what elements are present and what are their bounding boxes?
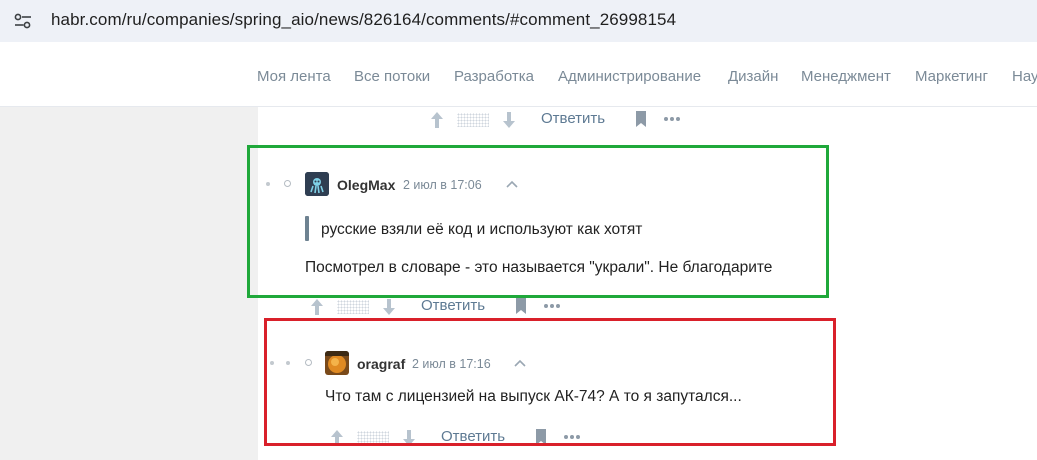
site-settings-icon[interactable] bbox=[13, 11, 33, 31]
comment-actions: Ответить bbox=[310, 297, 570, 319]
upvote-arrow-icon[interactable] bbox=[430, 110, 444, 130]
bookmark-icon[interactable] bbox=[635, 111, 647, 127]
more-options-icon[interactable] bbox=[664, 117, 682, 121]
nav-item-marketing[interactable]: Маркетинг bbox=[915, 68, 988, 85]
nav-item-science[interactable]: Нау bbox=[1012, 68, 1037, 85]
page-sidebar-background bbox=[0, 107, 258, 460]
reply-link[interactable]: Ответить bbox=[541, 110, 605, 127]
more-options-icon[interactable] bbox=[544, 304, 562, 308]
browser-toolbar: habr.com/ru/companies/spring_aio/news/82… bbox=[0, 0, 1037, 42]
highlight-box-green bbox=[247, 145, 829, 298]
nav-item-design[interactable]: Дизайн bbox=[728, 68, 778, 85]
vote-score-placeholder bbox=[457, 113, 489, 127]
previous-comment-actions: Ответить bbox=[430, 110, 690, 132]
flows-nav: Моя лента Все потоки Разработка Админист… bbox=[0, 49, 1037, 107]
downvote-arrow-icon[interactable] bbox=[502, 110, 516, 130]
url-text[interactable]: habr.com/ru/companies/spring_aio/news/82… bbox=[51, 10, 676, 30]
nav-item-management[interactable]: Менеджмент bbox=[801, 68, 891, 85]
vote-score-placeholder bbox=[337, 300, 369, 314]
nav-item-development[interactable]: Разработка bbox=[454, 68, 534, 85]
bookmark-icon[interactable] bbox=[515, 298, 527, 314]
nav-item-all-flows[interactable]: Все потоки bbox=[354, 68, 430, 85]
nav-item-my-feed[interactable]: Моя лента bbox=[257, 68, 331, 85]
nav-item-administration[interactable]: Администрирование bbox=[558, 68, 701, 85]
reply-link[interactable]: Ответить bbox=[421, 297, 485, 314]
upvote-arrow-icon[interactable] bbox=[310, 297, 324, 317]
downvote-arrow-icon[interactable] bbox=[382, 297, 396, 317]
address-bar[interactable]: habr.com/ru/companies/spring_aio/news/82… bbox=[0, 0, 1037, 42]
highlight-box-red bbox=[264, 318, 836, 446]
